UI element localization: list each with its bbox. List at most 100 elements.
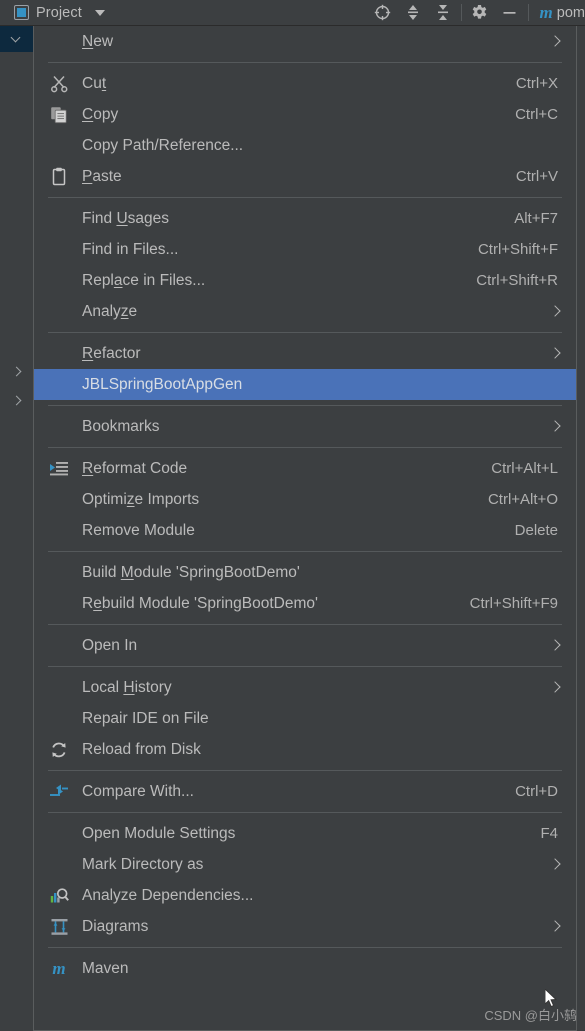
menu-item-label: Analyze <box>82 302 138 320</box>
menu-item-refactor[interactable]: Refactor <box>34 338 576 369</box>
menu-item-label: Replace in Files... <box>82 271 206 289</box>
menu-item-label: Open Module Settings <box>82 824 236 842</box>
menu-item-label: Diagrams <box>82 917 149 935</box>
chevron-right-icon <box>551 681 562 694</box>
menu-item-icon-slot <box>48 563 70 583</box>
editor-tab-pom[interactable]: pom <box>557 5 585 21</box>
menu-item-reformat-code[interactable]: Reformat Code Ctrl+Alt+L <box>34 453 576 484</box>
menu-item-find-in-files[interactable]: Find in Files... Ctrl+Shift+F <box>34 234 576 265</box>
menu-item-shortcut: Ctrl+Shift+F <box>477 241 558 258</box>
menu-item-icon-slot <box>48 136 70 156</box>
menu-item-label: Optimize Imports <box>82 490 200 508</box>
menu-item-shortcut: Ctrl+C <box>515 106 558 123</box>
menu-item-label: Reformat Code <box>82 459 188 477</box>
reload-icon <box>48 740 70 760</box>
expand-all-icon[interactable] <box>398 0 428 25</box>
menu-item-maven[interactable]: m Maven <box>34 953 576 984</box>
toolbar-divider <box>460 4 462 21</box>
menu-item-bookmarks[interactable]: Bookmarks <box>34 411 576 442</box>
gear-icon[interactable] <box>465 0 495 25</box>
menu-item-shortcut: Ctrl+Shift+F9 <box>469 595 558 612</box>
scissors-icon <box>48 74 70 94</box>
menu-item-copy-path-reference[interactable]: Copy Path/Reference... <box>34 130 576 161</box>
menu-item-icon-slot <box>48 678 70 698</box>
menu-item-label: Build Module 'SpringBootDemo' <box>82 563 300 581</box>
menu-separator <box>48 551 562 552</box>
menu-item-label: Copy <box>82 105 119 123</box>
copy-icon <box>48 105 70 125</box>
menu-item-rebuild-module[interactable]: Rebuild Module 'SpringBootDemo' Ctrl+Shif… <box>34 588 576 619</box>
project-tool-window-title: Project <box>36 4 82 21</box>
menu-item-icon-slot <box>48 271 70 291</box>
menu-item-mark-directory-as[interactable]: Mark Directory as <box>34 849 576 880</box>
menu-item-find-usages[interactable]: Find Usages Alt+F7 <box>34 203 576 234</box>
toolbar-left-group: Project <box>0 5 105 21</box>
menu-item-optimize-imports[interactable]: Optimize Imports Ctrl+Alt+O <box>34 484 576 515</box>
menu-item-icon-slot <box>48 32 70 52</box>
menu-item-analyze-dependencies[interactable]: Analyze Dependencies... <box>34 880 576 911</box>
menu-separator <box>48 447 562 448</box>
chevron-right-icon[interactable] <box>11 366 22 377</box>
collapse-all-icon[interactable] <box>428 0 458 25</box>
tree-row[interactable] <box>0 26 33 52</box>
menu-item-label: Analyze Dependencies... <box>82 886 254 904</box>
menu-item-label: JBLSpringBootAppGen <box>82 375 243 393</box>
menu-item-shortcut: Ctrl+V <box>515 168 558 185</box>
chevron-down-icon[interactable] <box>94 9 105 16</box>
clipboard-icon <box>48 167 70 187</box>
menu-item-compare-with[interactable]: Compare With... Ctrl+D <box>34 776 576 807</box>
menu-item-cut[interactable]: Cut Ctrl+X <box>34 68 576 99</box>
menu-item-replace-in-files[interactable]: Replace in Files... Ctrl+Shift+R <box>34 265 576 296</box>
chevron-right-icon <box>551 920 562 933</box>
menu-item-shortcut: Delete <box>514 522 558 539</box>
menu-item-icon-slot <box>48 709 70 729</box>
menu-item-label: Compare With... <box>82 782 194 800</box>
minimize-icon[interactable] <box>495 0 525 25</box>
menu-item-label: Cut <box>82 74 107 92</box>
menu-item-open-module-settings[interactable]: Open Module Settings F4 <box>34 818 576 849</box>
menu-item-label: Maven <box>82 959 129 977</box>
menu-item-new[interactable]: New <box>34 26 576 57</box>
menu-item-icon-slot <box>48 521 70 541</box>
menu-item-reload-from-disk[interactable]: Reload from Disk <box>34 734 576 765</box>
menu-item-label: Reload from Disk <box>82 740 201 758</box>
menu-item-icon-slot <box>48 855 70 875</box>
menu-separator <box>48 812 562 813</box>
compare-icon <box>48 782 70 802</box>
chevron-right-icon[interactable] <box>11 395 22 406</box>
menu-item-diagrams[interactable]: Diagrams <box>34 911 576 942</box>
menu-item-remove-module[interactable]: Remove Module Delete <box>34 515 576 546</box>
tree-row[interactable] <box>0 387 33 413</box>
menu-item-label: New <box>82 32 114 50</box>
menu-item-label: Find Usages <box>82 209 170 227</box>
tree-row[interactable] <box>0 358 33 384</box>
chevron-right-icon <box>551 639 562 652</box>
chevron-right-icon <box>551 305 562 318</box>
menu-item-copy[interactable]: Copy Ctrl+C <box>34 99 576 130</box>
menu-item-label: Copy Path/Reference... <box>82 136 244 154</box>
menu-item-icon-slot <box>48 417 70 437</box>
maven-m-icon: m <box>52 958 66 978</box>
menu-item-paste[interactable]: Paste Ctrl+V <box>34 161 576 192</box>
menu-item-open-in[interactable]: Open In <box>34 630 576 661</box>
chevron-down-icon[interactable] <box>11 34 22 45</box>
project-tree-strip <box>0 26 33 1031</box>
menu-item-build-module[interactable]: Build Module 'SpringBootDemo' <box>34 557 576 588</box>
chevron-right-icon <box>551 420 562 433</box>
menu-item-label: Paste <box>82 167 122 185</box>
menu-item-local-history[interactable]: Local History <box>34 672 576 703</box>
menu-item-icon-slot <box>48 344 70 364</box>
maven-m-icon: m <box>539 2 553 22</box>
menu-item-shortcut: F4 <box>540 825 558 842</box>
locate-icon[interactable] <box>368 0 398 25</box>
menu-item-label: Find in Files... <box>82 240 179 258</box>
idea-project-context-menu-screen: Project m pom New Cut Ctrl+X Copy Ctrl+C… <box>0 0 585 1031</box>
menu-item-shortcut: Ctrl+D <box>515 783 558 800</box>
analyze-dependencies-icon <box>48 886 70 906</box>
project-panel-icon <box>14 5 29 20</box>
menu-item-jblspringbootappgen[interactable]: JBLSpringBootAppGen <box>34 369 576 400</box>
menu-item-repair-ide-on-file[interactable]: Repair IDE on File <box>34 703 576 734</box>
chevron-right-icon <box>551 347 562 360</box>
toolbar-right-group: m pom <box>368 0 585 25</box>
menu-item-analyze[interactable]: Analyze <box>34 296 576 327</box>
